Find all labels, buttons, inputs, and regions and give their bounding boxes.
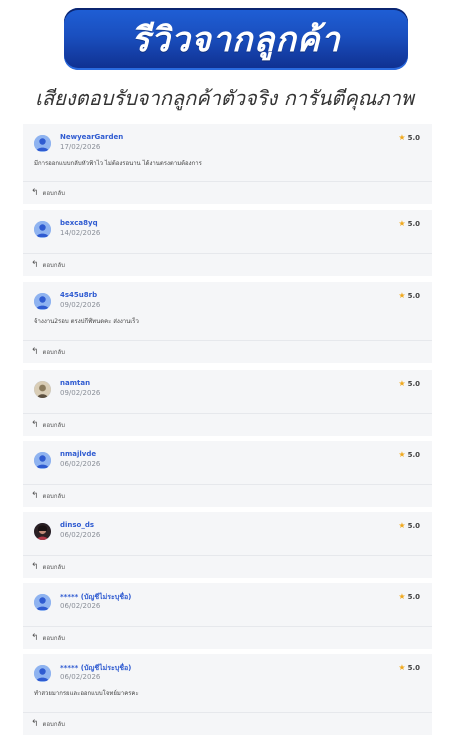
rating-value: 5.0 (407, 593, 420, 601)
star-icon: ★ (398, 133, 406, 142)
star-icon: ★ (398, 219, 406, 228)
rating: ★ 5.0 (398, 663, 420, 672)
reply-button[interactable]: ↰ ตอบกลับ (31, 485, 65, 507)
review-body: 4s45u8rb 09/02/2026 ★ 5.0 จ้างงาน2รอบ ตรง… (23, 282, 432, 341)
reply-icon: ↰ (31, 260, 39, 270)
avatar (34, 452, 51, 469)
review-date: 06/02/2026 (60, 531, 101, 539)
reply-button[interactable]: ↰ ตอบกลับ (31, 713, 65, 735)
reply-label: ตอบกลับ (42, 493, 65, 500)
avatar (34, 293, 51, 310)
rating-value: 5.0 (407, 380, 420, 388)
rating-value: 5.0 (407, 134, 420, 142)
reply-button[interactable]: ↰ ตอบกลับ (31, 182, 65, 204)
star-icon: ★ (398, 379, 406, 388)
review-body: ***** (บัญชีไม่ระบุชื่อ) 06/02/2026 ★ 5.0… (23, 654, 432, 713)
review-comment: จ้างงาน2รอบ ตรงปกีฬ์ทนดคะ ส่งงานเร็ว (34, 318, 139, 325)
rating-value: 5.0 (407, 522, 420, 530)
review-date: 09/02/2026 (60, 301, 101, 309)
reply-button[interactable]: ↰ ตอบกลับ (31, 254, 65, 276)
review-date: 06/02/2026 (60, 673, 101, 681)
review-card: nmajlvde 06/02/2026 ★ 5.0 ↰ ตอบกลับ (23, 441, 432, 507)
review-comment: มีการออกแบบกลับหัวฟ้าไว ไม่ต้องรอนาน ได้… (34, 160, 202, 167)
star-icon: ★ (398, 450, 406, 459)
reply-label: ตอบกลับ (42, 635, 65, 642)
rating: ★ 5.0 (398, 291, 420, 300)
review-body: dinso_ds 06/02/2026 ★ 5.0 (23, 512, 432, 556)
review-body: NewyearGarden 17/02/2026 ★ 5.0 มีการออกแบ… (23, 124, 432, 182)
reply-icon: ↰ (31, 347, 39, 357)
reply-label: ตอบกลับ (42, 422, 65, 429)
reply-label: ตอบกลับ (42, 262, 65, 269)
avatar (34, 221, 51, 238)
reply-button[interactable]: ↰ ตอบกลับ (31, 341, 65, 363)
avatar (34, 594, 51, 611)
reply-button[interactable]: ↰ ตอบกลับ (31, 414, 65, 436)
rating-value: 5.0 (407, 664, 420, 672)
rating-value: 5.0 (407, 292, 420, 300)
reviewer-name[interactable]: namtan (60, 379, 90, 387)
reply-icon: ↰ (31, 633, 39, 643)
rating: ★ 5.0 (398, 219, 420, 228)
page-title: รีวิวจากลูกค้า (131, 20, 341, 60)
review-card: namtan 09/02/2026 ★ 5.0 ↰ ตอบกลับ (23, 370, 432, 436)
reviewer-name[interactable]: bexca8yq (60, 219, 98, 227)
review-date: 09/02/2026 (60, 389, 101, 397)
reply-label: ตอบกลับ (42, 349, 65, 356)
rating: ★ 5.0 (398, 521, 420, 530)
star-icon: ★ (398, 521, 406, 530)
avatar (34, 381, 51, 398)
reply-label: ตอบกลับ (42, 721, 65, 728)
reply-icon: ↰ (31, 491, 39, 501)
reply-button[interactable]: ↰ ตอบกลับ (31, 627, 65, 649)
review-date: 06/02/2026 (60, 460, 101, 468)
review-date: 14/02/2026 (60, 229, 101, 237)
star-icon: ★ (398, 592, 406, 601)
review-body: bexca8yq 14/02/2026 ★ 5.0 (23, 210, 432, 254)
review-card: NewyearGarden 17/02/2026 ★ 5.0 มีการออกแบ… (23, 124, 432, 204)
review-card: dinso_ds 06/02/2026 ★ 5.0 ↰ ตอบกลับ (23, 512, 432, 578)
reply-label: ตอบกลับ (42, 564, 65, 571)
reviewer-name[interactable]: nmajlvde (60, 450, 96, 458)
rating-value: 5.0 (407, 451, 420, 459)
review-body: nmajlvde 06/02/2026 ★ 5.0 (23, 441, 432, 485)
review-card: bexca8yq 14/02/2026 ★ 5.0 ↰ ตอบกลับ (23, 210, 432, 276)
avatar (34, 523, 51, 540)
review-body: ***** (บัญชีไม่ระบุชื่อ) 06/02/2026 ★ 5.0 (23, 583, 432, 627)
review-card: ***** (บัญชีไม่ระบุชื่อ) 06/02/2026 ★ 5.0… (23, 654, 432, 735)
review-card: ***** (บัญชีไม่ระบุชื่อ) 06/02/2026 ★ 5.0… (23, 583, 432, 649)
review-body: namtan 09/02/2026 ★ 5.0 (23, 370, 432, 414)
page-subtitle: เสียงตอบรับจากลูกค้าตัวจริง การันตีคุณภา… (35, 86, 414, 110)
rating: ★ 5.0 (398, 450, 420, 459)
review-date: 17/02/2026 (60, 143, 101, 151)
rating: ★ 5.0 (398, 592, 420, 601)
reply-icon: ↰ (31, 719, 39, 729)
review-comment: ทำสวยมากรยและออกแบบโจทย์มาครคะ (34, 690, 139, 697)
header-banner: รีวิวจากลูกค้า (64, 8, 408, 70)
avatar (34, 135, 51, 152)
star-icon: ★ (398, 663, 406, 672)
reply-button[interactable]: ↰ ตอบกลับ (31, 556, 65, 578)
reviewer-name[interactable]: NewyearGarden (60, 133, 123, 141)
avatar (34, 665, 51, 682)
review-card: 4s45u8rb 09/02/2026 ★ 5.0 จ้างงาน2รอบ ตรง… (23, 282, 432, 363)
rating: ★ 5.0 (398, 379, 420, 388)
rating: ★ 5.0 (398, 133, 420, 142)
reply-icon: ↰ (31, 188, 39, 198)
reply-icon: ↰ (31, 420, 39, 430)
star-icon: ★ (398, 291, 406, 300)
reviewer-name[interactable]: dinso_ds (60, 521, 94, 529)
reply-label: ตอบกลับ (42, 190, 65, 197)
review-date: 06/02/2026 (60, 602, 101, 610)
reply-icon: ↰ (31, 562, 39, 572)
rating-value: 5.0 (407, 220, 420, 228)
reviewer-name[interactable]: 4s45u8rb (60, 291, 97, 299)
